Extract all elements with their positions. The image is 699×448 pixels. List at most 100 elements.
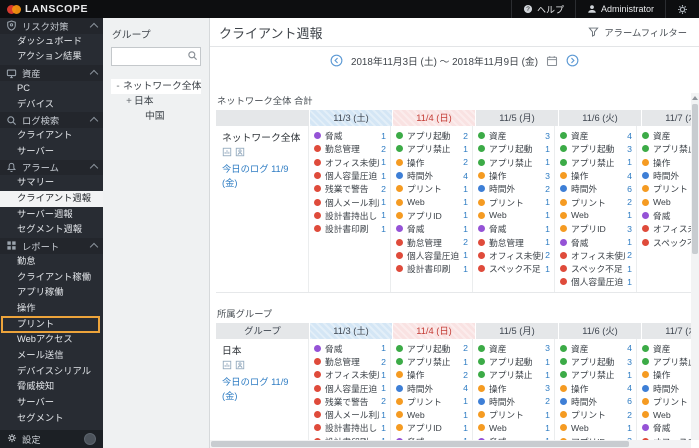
alarm-count[interactable]: 2 <box>463 343 468 353</box>
collapse-icon[interactable]: - <box>113 79 123 94</box>
alarm-count[interactable]: 1 <box>545 264 550 274</box>
sidebar-item-デバイスシリアル[interactable]: デバイスシリアル <box>0 364 103 380</box>
alarm-count[interactable]: 1 <box>627 210 632 220</box>
alarm-count[interactable]: 6 <box>627 184 632 194</box>
alarm-count[interactable]: 2 <box>463 237 468 247</box>
user-menu[interactable]: Administrator <box>574 0 665 18</box>
alarm-count[interactable]: 2 <box>463 370 468 380</box>
sidebar-item-デバイス[interactable]: デバイス <box>0 97 103 113</box>
horizontal-scrollbar-thumb[interactable] <box>211 441 630 447</box>
alarm-count[interactable]: 1 <box>381 157 386 167</box>
alarm-count[interactable]: 2 <box>381 357 386 367</box>
alarm-count[interactable]: 1 <box>381 171 386 181</box>
alarm-count[interactable]: 2 <box>545 396 550 406</box>
sidebar-item-サーバー[interactable]: サーバー <box>0 395 103 411</box>
alarm-count[interactable]: 1 <box>463 224 468 234</box>
tree-node-ネットワーク全体[interactable]: - ネットワーク全体 <box>111 79 201 94</box>
alarm-count[interactable]: 1 <box>627 277 632 287</box>
alarm-count[interactable]: 1 <box>627 264 632 274</box>
alarm-count[interactable]: 1 <box>463 144 468 154</box>
expand-icon[interactable]: + <box>124 94 134 109</box>
alarm-count[interactable]: 6 <box>627 396 632 406</box>
sidebar-item-メール送信[interactable]: メール送信 <box>0 348 103 364</box>
alarm-count[interactable]: 1 <box>545 197 550 207</box>
next-week-button[interactable] <box>566 54 579 67</box>
sidebar-section-リスク対策[interactable]: リスク対策 <box>0 18 103 34</box>
alarm-count[interactable]: 1 <box>381 423 386 433</box>
today-log-link[interactable]: 今日のログ 11/9 (金) <box>222 374 302 402</box>
alarm-count[interactable]: 2 <box>627 410 632 420</box>
today-log-link[interactable]: 今日のログ 11/9 (金) <box>222 161 302 189</box>
alarm-count[interactable]: 2 <box>463 131 468 141</box>
alarm-count[interactable]: 2 <box>545 250 550 260</box>
alarm-count[interactable]: 1 <box>463 357 468 367</box>
sidebar-item-サーバー週報[interactable]: サーバー週報 <box>0 207 103 223</box>
sidebar-item-Webアクセス[interactable]: Webアクセス <box>0 332 103 348</box>
vertical-scrollbar[interactable] <box>691 93 699 440</box>
sidebar-item-サマリー[interactable]: サマリー <box>0 175 103 191</box>
alarm-filter-button[interactable]: アラームフィルター <box>588 25 687 39</box>
alarm-count[interactable]: 1 <box>381 197 386 207</box>
alarm-count[interactable]: 4 <box>627 171 632 181</box>
sidebar-item-アクション結果[interactable]: アクション結果 <box>0 49 103 65</box>
sidebar-item-セグメント週報[interactable]: セグメント週報 <box>0 222 103 238</box>
alarm-count[interactable]: 2 <box>381 396 386 406</box>
alarm-count[interactable]: 1 <box>381 370 386 380</box>
alarm-count[interactable]: 1 <box>545 423 550 433</box>
alarm-count[interactable]: 1 <box>381 410 386 420</box>
alarm-count[interactable]: 3 <box>627 357 632 367</box>
alarm-count[interactable]: 1 <box>463 210 468 220</box>
alarm-count[interactable]: 3 <box>545 343 550 353</box>
alarm-count[interactable]: 4 <box>463 171 468 181</box>
alarm-count[interactable]: 1 <box>545 157 550 167</box>
alarm-count[interactable]: 1 <box>463 250 468 260</box>
sidebar-item-settings[interactable]: 設定 <box>0 430 103 448</box>
sidebar-item-PC[interactable]: PC <box>0 81 103 97</box>
prev-week-button[interactable] <box>330 54 343 67</box>
alarm-count[interactable]: 1 <box>463 197 468 207</box>
alarm-count[interactable]: 1 <box>627 157 632 167</box>
sidebar-item-アプリ稼働[interactable]: アプリ稼働 <box>0 285 103 301</box>
alarm-count[interactable]: 1 <box>463 410 468 420</box>
sidebar-item-クライアント[interactable]: クライアント <box>0 128 103 144</box>
alarm-count[interactable]: 1 <box>545 370 550 380</box>
alarm-count[interactable]: 1 <box>545 224 550 234</box>
alarm-count[interactable]: 1 <box>463 396 468 406</box>
alarm-count[interactable]: 4 <box>463 383 468 393</box>
help-button[interactable]: ? ヘルプ <box>510 0 575 18</box>
alarm-count[interactable]: 1 <box>463 423 468 433</box>
sidebar-section-ログ検索[interactable]: ログ検索 <box>0 112 103 129</box>
sidebar-item-操作[interactable]: 操作 <box>0 301 103 317</box>
alarm-count[interactable]: 1 <box>627 237 632 247</box>
alarm-count[interactable]: 2 <box>381 184 386 194</box>
alarm-count[interactable]: 1 <box>381 224 386 234</box>
tree-node-日本[interactable]: + 日本 <box>111 94 201 109</box>
alarm-count[interactable]: 3 <box>545 383 550 393</box>
sidebar-section-資産[interactable]: 資産 <box>0 65 103 81</box>
alarm-count[interactable]: 1 <box>463 184 468 194</box>
alarm-count[interactable]: 1 <box>545 410 550 420</box>
scroll-up-arrow-icon[interactable] <box>691 93 699 102</box>
alarm-count[interactable]: 3 <box>545 171 550 181</box>
alarm-count[interactable]: 1 <box>627 423 632 433</box>
alarm-count[interactable]: 1 <box>545 357 550 367</box>
alarm-count[interactable]: 1 <box>627 370 632 380</box>
sidebar-item-勤怠[interactable]: 勤怠 <box>0 254 103 270</box>
sidebar-item-クライアント週報[interactable]: クライアント週報 <box>0 191 103 207</box>
alarm-count[interactable]: 1 <box>545 144 550 154</box>
alarm-count[interactable]: 2 <box>381 144 386 154</box>
alarm-count[interactable]: 1 <box>545 210 550 220</box>
tree-node-中国[interactable]: 中国 <box>111 109 201 124</box>
alarm-count[interactable]: 1 <box>381 210 386 220</box>
sidebar-item-プリント[interactable]: プリント <box>0 315 103 333</box>
alarm-count[interactable]: 4 <box>627 343 632 353</box>
calendar-button[interactable] <box>546 55 558 67</box>
alarm-count[interactable]: 4 <box>627 131 632 141</box>
sidebar-item-セグメント[interactable]: セグメント <box>0 411 103 427</box>
admin-settings-button[interactable] <box>665 0 699 18</box>
alarm-count[interactable]: 4 <box>627 383 632 393</box>
alarm-count[interactable]: 1 <box>381 131 386 141</box>
alarm-count[interactable]: 1 <box>463 264 468 274</box>
sidebar-section-レポート[interactable]: レポート <box>0 238 103 254</box>
sidebar-section-アラーム[interactable]: アラーム <box>0 159 103 176</box>
